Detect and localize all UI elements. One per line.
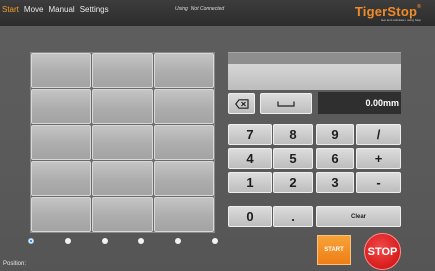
status-label: Using xyxy=(175,6,188,12)
key-5[interactable]: 5 xyxy=(273,148,313,169)
key-divide[interactable]: / xyxy=(356,124,401,145)
top-bar: Start Move Manual Settings Using Not Con… xyxy=(0,0,435,26)
preset-cell[interactable] xyxy=(92,89,153,124)
menu-item-move[interactable]: Move xyxy=(24,5,44,14)
backspace-icon xyxy=(234,98,249,109)
key-4[interactable]: 4 xyxy=(228,148,272,169)
connection-status: Using Not Connected xyxy=(175,6,224,12)
key-7[interactable]: 7 xyxy=(228,124,272,145)
stop-button[interactable]: STOP xyxy=(364,233,401,270)
position-readout: Position: xyxy=(3,261,29,267)
backspace-button[interactable] xyxy=(228,93,255,114)
preset-cell[interactable] xyxy=(153,161,214,196)
preset-cell[interactable] xyxy=(92,197,153,232)
brand-logo: TigerStop® feet and calculate i using St… xyxy=(355,4,421,22)
page-dot-3[interactable] xyxy=(101,238,108,244)
entry-display xyxy=(228,64,401,90)
preset-cell[interactable] xyxy=(31,197,92,232)
page-dot-5[interactable] xyxy=(175,238,182,244)
key-2[interactable]: 2 xyxy=(273,172,313,193)
preset-grid xyxy=(30,52,215,233)
key-0[interactable]: 0 xyxy=(228,206,272,227)
start-button[interactable]: START xyxy=(317,235,351,265)
key-3[interactable]: 3 xyxy=(316,172,354,193)
preset-cell[interactable] xyxy=(31,53,92,88)
status-value: Not Connected xyxy=(190,6,225,12)
key-plus[interactable]: + xyxy=(356,148,401,169)
logo-text: TigerStop xyxy=(354,4,418,19)
position-label: Position: xyxy=(3,261,27,267)
preset-cell[interactable] xyxy=(92,53,153,88)
page-dot-1[interactable] xyxy=(28,238,34,244)
display-header xyxy=(228,52,401,64)
measurement-readout: 0.00mm xyxy=(318,92,401,114)
preset-cell[interactable] xyxy=(153,125,214,160)
page-indicator xyxy=(28,238,218,244)
key-minus[interactable]: - xyxy=(356,172,401,193)
page-dot-2[interactable] xyxy=(64,238,71,244)
menu-item-start[interactable]: Start xyxy=(2,5,19,14)
page-dot-4[interactable] xyxy=(138,238,145,244)
clear-button[interactable]: Clear xyxy=(316,206,401,227)
preset-cell[interactable] xyxy=(92,125,153,160)
preset-cell[interactable] xyxy=(153,53,214,88)
registered-mark: ® xyxy=(417,4,421,10)
space-icon xyxy=(277,101,295,107)
menu-item-settings[interactable]: Settings xyxy=(80,5,109,14)
page-dot-6[interactable] xyxy=(211,238,218,244)
preset-cell[interactable] xyxy=(31,125,92,160)
preset-cell[interactable] xyxy=(92,161,153,196)
key-1[interactable]: 1 xyxy=(228,172,272,193)
main-menu: Start Move Manual Settings xyxy=(2,5,109,14)
key-9[interactable]: 9 xyxy=(316,124,354,145)
menu-item-manual[interactable]: Manual xyxy=(48,5,74,14)
key-decimal[interactable]: . xyxy=(273,206,313,227)
space-button[interactable] xyxy=(260,93,312,114)
preset-cell[interactable] xyxy=(31,161,92,196)
preset-cell[interactable] xyxy=(153,89,214,124)
preset-cell[interactable] xyxy=(153,197,214,232)
key-8[interactable]: 8 xyxy=(273,124,313,145)
key-6[interactable]: 6 xyxy=(316,148,354,169)
preset-cell[interactable] xyxy=(31,89,92,124)
